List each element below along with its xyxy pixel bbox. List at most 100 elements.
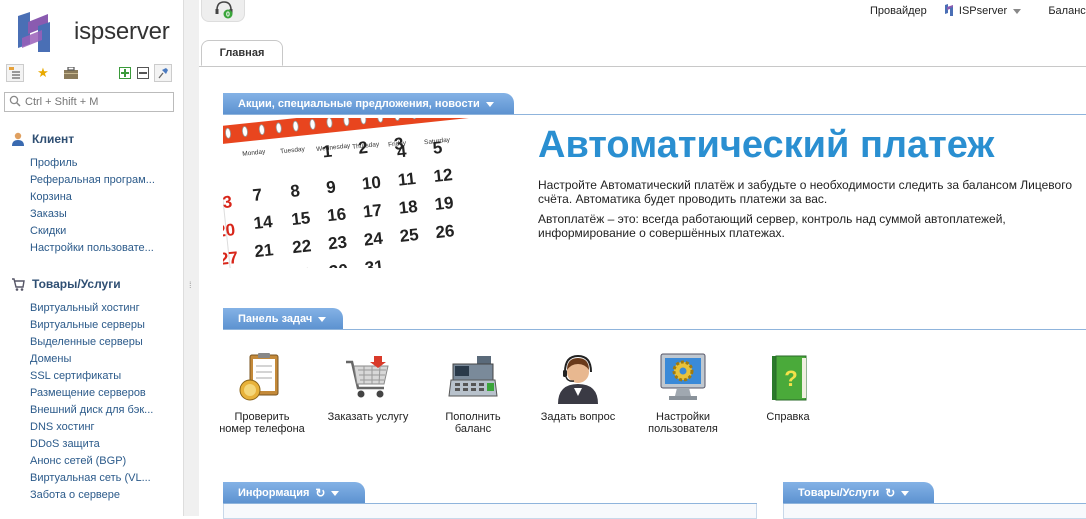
- sidebar-item-dns[interactable]: DNS хостинг: [30, 419, 153, 436]
- calendar-day-number: 17: [362, 201, 383, 222]
- calendar-day-number: 15: [290, 208, 311, 229]
- tree-view-icon[interactable]: [6, 64, 24, 82]
- calendar-day-number: 9: [325, 177, 336, 197]
- support-badge: 0: [226, 12, 230, 19]
- calendar-day-number: 23: [327, 232, 348, 253]
- sidebar-splitter[interactable]: ⁞: [183, 0, 199, 516]
- collapse-all-icon[interactable]: [134, 64, 152, 82]
- calendar-day-number: 1: [322, 142, 333, 162]
- info-header-text: Информация: [238, 487, 310, 499]
- provider-select[interactable]: ISPserver: [944, 4, 1022, 17]
- chevron-down-icon[interactable]: [331, 490, 340, 496]
- sidebar-item-user-settings[interactable]: Настройки пользовате...: [30, 240, 155, 257]
- ispserver-small-logo-icon: [944, 4, 953, 16]
- menu-search: [4, 92, 174, 112]
- promo-header-text: Акции, специальные предложения, новости: [238, 98, 480, 110]
- sidebar-item-cart[interactable]: Корзина: [30, 189, 155, 206]
- sidebar-item-discounts[interactable]: Скидки: [30, 223, 155, 240]
- group-services-title: Товары/Услуги: [32, 277, 121, 291]
- calendar-day-number: 19: [434, 193, 455, 214]
- calendar-image: Monday Tuesday Wednesday Thursday Friday Satu…: [223, 118, 493, 268]
- task-verify-phone[interactable]: Проверить номер телефона: [219, 352, 305, 435]
- sidebar-item-vps[interactable]: Виртуальные серверы: [30, 317, 153, 334]
- sidebar-item-profile[interactable]: Профиль: [30, 155, 155, 172]
- calendar-day-number: 12: [433, 165, 454, 186]
- chevron-down-icon: [1013, 8, 1022, 14]
- sidebar-item-bgp[interactable]: Анонс сетей (BGP): [30, 453, 153, 470]
- tab-bar: Главная: [199, 40, 1086, 67]
- services-panel-header[interactable]: Товары/Услуги ↻: [783, 482, 934, 504]
- group-client-title: Клиент: [32, 132, 75, 146]
- task-user-settings[interactable]: Настройки пользователя: [640, 352, 726, 435]
- task-order-service-label: Заказать услугу: [327, 411, 409, 423]
- calendar-day-number: 20: [223, 220, 236, 241]
- sidebar-item-colocation[interactable]: Размещение серверов: [30, 385, 153, 402]
- ispserver-logo-icon: [18, 12, 50, 52]
- logo[interactable]: ispserver: [14, 12, 174, 52]
- sidebar-item-referral[interactable]: Реферальная програм...: [30, 172, 155, 189]
- task-help[interactable]: ? Справка: [745, 352, 831, 423]
- chevron-down-icon[interactable]: [901, 490, 910, 496]
- refresh-icon[interactable]: ↻: [885, 482, 895, 504]
- info-panel-header[interactable]: Информация ↻: [223, 482, 365, 504]
- sidebar-item-ddos[interactable]: DDoS защита: [30, 436, 153, 453]
- chevron-down-icon[interactable]: [485, 101, 494, 107]
- cart-icon: [10, 276, 26, 292]
- calendar-day-number: 30: [328, 261, 349, 268]
- sidebar-item-backup-disk[interactable]: Внешний диск для бэк...: [30, 402, 153, 419]
- sidebar-toolbar: ★: [6, 64, 176, 84]
- provider-label: Провайдер: [870, 5, 927, 17]
- tab-main[interactable]: Главная: [201, 40, 283, 66]
- services-menu: Виртуальный хостинг Виртуальные серверы …: [30, 300, 153, 504]
- support-agent-icon: [558, 354, 598, 404]
- group-client[interactable]: Клиент: [10, 131, 74, 147]
- calendar-day-number: 25: [399, 225, 420, 246]
- chevron-down-icon[interactable]: [318, 316, 327, 322]
- favorites-star-icon[interactable]: ★: [34, 64, 52, 82]
- support-button[interactable]: 0: [201, 0, 245, 22]
- group-services[interactable]: Товары/Услуги: [10, 276, 121, 292]
- splitter-grip-icon[interactable]: ⁞: [189, 280, 193, 290]
- search-input[interactable]: [25, 94, 170, 110]
- calendar-day-number: 7: [252, 185, 263, 205]
- task-ask-question-label: Задать вопрос: [540, 411, 616, 423]
- task-help-label: Справка: [766, 411, 810, 423]
- task-user-settings-label: Настройки пользователя: [648, 411, 718, 435]
- sidebar-item-ssl[interactable]: SSL сертификаты: [30, 368, 153, 385]
- sidebar-item-orders[interactable]: Заказы: [30, 206, 155, 223]
- calendar-day-number: 22: [291, 236, 312, 257]
- task-top-up-balance[interactable]: Пополнить баланс: [430, 352, 516, 435]
- calendar-day-number: 27: [223, 248, 239, 268]
- services-panel-body: [783, 504, 1086, 519]
- sidebar-item-server-care[interactable]: Забота о сервере: [30, 487, 153, 504]
- tasks-panel-divider: [223, 329, 1086, 330]
- task-top-up-balance-label: Пополнить баланс: [445, 411, 501, 435]
- sidebar-item-virtual-hosting[interactable]: Виртуальный хостинг: [30, 300, 153, 317]
- calendar-day-number: 8: [289, 181, 300, 201]
- svg-text:?: ?: [784, 366, 797, 391]
- calendar-day-number: 26: [435, 221, 456, 242]
- tasks-panel-header[interactable]: Панель задач: [223, 308, 343, 330]
- calendar-day-number: 24: [363, 229, 384, 250]
- sidebar-item-dedicated[interactable]: Выделенные серверы: [30, 334, 153, 351]
- calendar-graphic: Monday Tuesday Wednesday Thursday Friday Satu…: [223, 118, 493, 268]
- briefcase-icon[interactable]: [62, 64, 80, 82]
- calendar-day-number: 18: [398, 197, 419, 218]
- refresh-icon[interactable]: ↻: [315, 482, 325, 504]
- promo-panel-header[interactable]: Акции, специальные предложения, новости: [223, 93, 514, 115]
- task-verify-phone-label: Проверить номер телефона: [219, 411, 305, 435]
- balance-label[interactable]: Баланс: [1048, 5, 1085, 17]
- task-ask-question[interactable]: Задать вопрос: [535, 352, 621, 423]
- promo-text-1: Настройте Автоматический платёж и забудь…: [538, 178, 1072, 206]
- expand-all-icon[interactable]: [116, 64, 134, 82]
- sidebar-item-domains[interactable]: Домены: [30, 351, 153, 368]
- promo-text-2: Автоплатёж – это: всегда работающий серв…: [538, 212, 1006, 240]
- sidebar-item-vlan[interactable]: Виртуальная сеть (VL...: [30, 470, 153, 487]
- pin-icon[interactable]: [154, 64, 172, 82]
- calendar-day-number: 2: [357, 138, 368, 158]
- calendar-day-number: 14: [253, 212, 274, 233]
- calendar-day-number: 10: [361, 173, 382, 194]
- promo-title[interactable]: Автоматический платеж: [538, 124, 994, 167]
- task-order-service[interactable]: Заказать услугу: [325, 352, 411, 423]
- sidebar: ispserver ★ Клиент Профиль Реферальная п…: [0, 0, 183, 516]
